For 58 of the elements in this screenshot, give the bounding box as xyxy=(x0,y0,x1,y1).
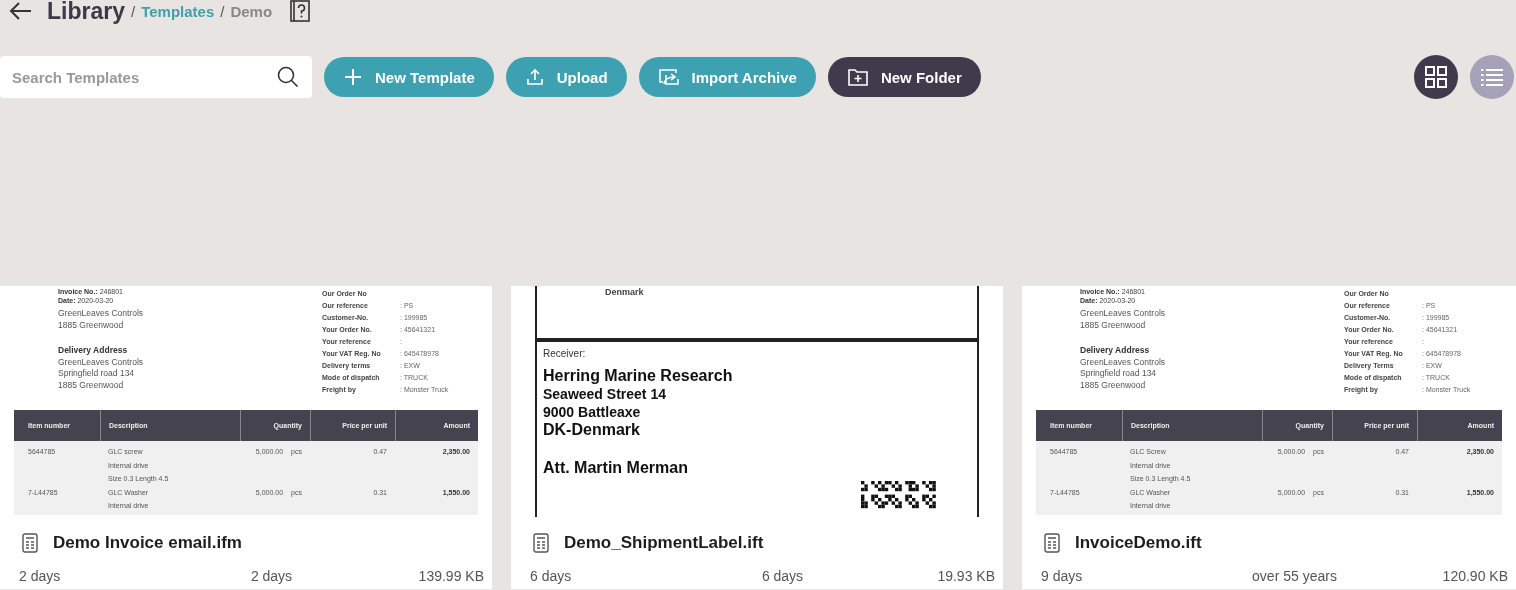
list-icon xyxy=(1480,67,1504,87)
upload-icon xyxy=(524,67,545,87)
address-line: Springfield road 134 xyxy=(1080,368,1158,380)
folder-plus-icon xyxy=(846,67,869,87)
search-icon[interactable] xyxy=(277,66,299,88)
address-line: GreenLeaves Controls xyxy=(1080,308,1167,320)
template-card[interactable] xyxy=(0,286,492,589)
file-size: 139.99 KB xyxy=(418,568,484,584)
file-size: 120.90 KB xyxy=(1442,568,1508,584)
plus-icon xyxy=(343,67,363,87)
grid-view-button[interactable] xyxy=(1414,55,1458,99)
delivery-heading: Delivery Address xyxy=(58,345,129,357)
barcode-icon xyxy=(861,481,936,509)
breadcrumb-item: Demo xyxy=(230,2,273,20)
address-line: 1885 Greenwood xyxy=(58,319,125,331)
toolbar-button[interactable]: Upload xyxy=(505,57,627,97)
attention-line: Att. Martin Merman xyxy=(543,459,689,477)
breadcrumb-separator: / xyxy=(220,2,225,20)
toolbar-button[interactable]: Import Archive xyxy=(638,57,816,97)
delivery-heading: Delivery Address xyxy=(1080,345,1151,357)
toolbar-button[interactable]: New Folder xyxy=(827,57,981,97)
address-line: 1885 Greenwood xyxy=(1080,319,1147,331)
grid-icon xyxy=(1425,66,1447,88)
address-line: Denmark xyxy=(604,286,645,297)
file-name: Demo Invoice email.ifm xyxy=(53,533,242,553)
file-age: 2 days xyxy=(250,568,293,584)
address-line: Seaweed Street 14 xyxy=(543,385,667,403)
document-icon xyxy=(533,533,549,553)
address-line: GreenLeaves Controls xyxy=(58,356,145,368)
template-card[interactable] xyxy=(1022,286,1516,589)
file-age: 2 days xyxy=(19,568,62,584)
receiver-name: Herring Marine Research xyxy=(543,367,734,385)
page-title: Library xyxy=(47,0,125,25)
address-line: DK-Denmark xyxy=(543,421,641,439)
document-icon xyxy=(22,533,38,553)
file-age: 9 days xyxy=(1041,568,1084,584)
address-line: 1885 Greenwood xyxy=(1080,379,1147,391)
receiver-label: Receiver: xyxy=(543,348,587,359)
file-age: 6 days xyxy=(761,568,804,584)
toolbar-button[interactable]: New Template xyxy=(324,57,494,97)
file-name: Demo_ShipmentLabel.ift xyxy=(564,533,764,553)
help-book-icon[interactable] xyxy=(290,0,311,22)
import-icon xyxy=(657,67,680,87)
search-field[interactable]: Search Templates xyxy=(0,56,312,98)
file-age: over 55 years xyxy=(1252,568,1337,584)
breadcrumb-separator: / xyxy=(131,2,136,20)
address-line: GreenLeaves Controls xyxy=(1080,356,1167,368)
document-icon xyxy=(1044,533,1060,553)
address-line: Springfield road 134 xyxy=(58,368,136,380)
breadcrumb-link[interactable]: Templates xyxy=(141,2,215,20)
address-line: 9000 Battleaxe xyxy=(543,403,642,421)
file-age: 6 days xyxy=(530,568,573,584)
address-line: 1885 Greenwood xyxy=(58,379,125,391)
template-card[interactable]: Denmark Receiver: Herring Marine Research Seaweed Street 14 9000 Battleaxe DK-Denmark Att. Martin Merman Demo_ShipmentLabel.ift 6 days 6 days 19.93 KB xyxy=(511,286,1003,589)
file-name: InvoiceDemo.ift xyxy=(1075,533,1202,553)
address-line: GreenLeaves Controls xyxy=(58,308,145,320)
back-arrow-icon[interactable] xyxy=(9,1,33,21)
file-size: 19.93 KB xyxy=(937,568,995,584)
